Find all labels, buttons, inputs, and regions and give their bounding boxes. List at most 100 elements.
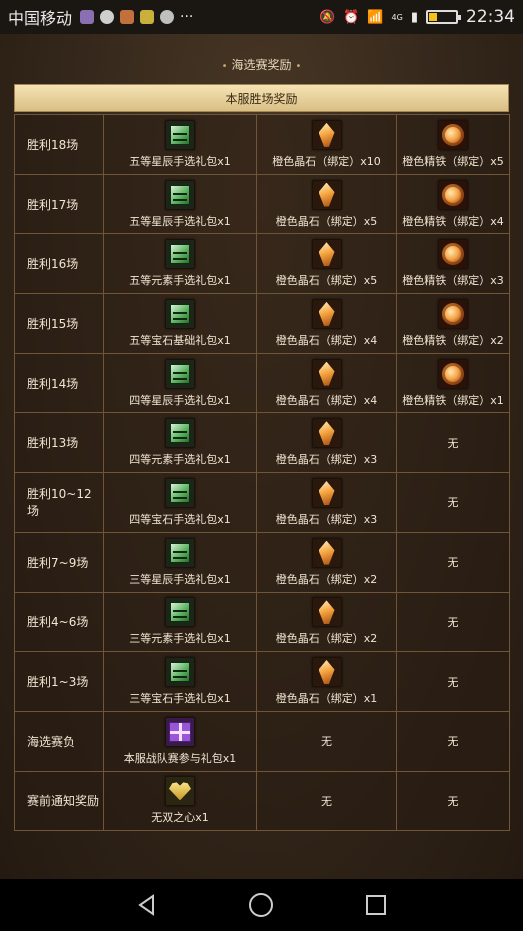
battery-icon — [426, 10, 461, 24]
pack-icon[interactable] — [165, 657, 195, 688]
reward-cell: 无 — [256, 710, 397, 772]
reward-cell: 无 — [396, 591, 510, 653]
table-row: 胜利17场 五等星辰手选礼包x1 橙色晶石（绑定）x5 橙色精铁（绑定）x4 — [14, 173, 510, 235]
status-bar: 中国移动 ··· 🔕 ⏰ 📶 4G ▮ 22:34 — [0, 0, 523, 34]
heart-icon[interactable] — [165, 776, 195, 807]
iron-icon[interactable] — [438, 298, 468, 329]
app-notification-icon — [80, 10, 95, 24]
crystal-icon[interactable] — [311, 418, 342, 449]
pack-icon[interactable] — [165, 418, 195, 449]
win-condition-label: 赛前通知奖励 — [14, 770, 104, 832]
reward-none: 无 — [447, 496, 459, 510]
reward-cell: 无 — [396, 412, 510, 474]
win-condition-label: 胜利14场 — [14, 352, 104, 414]
reward-name: 橙色晶石（绑定）x10 — [272, 154, 381, 168]
iron-icon[interactable] — [438, 239, 468, 270]
win-condition-label: 胜利10~12场 — [14, 472, 104, 533]
table-row: 海选赛负 本服战队赛参与礼包x1 无 无 — [14, 710, 510, 772]
iron-icon[interactable] — [438, 179, 468, 210]
reward-name: 橙色晶石（绑定）x2 — [275, 572, 378, 586]
reward-cell: 橙色晶石（绑定）x2 — [256, 531, 397, 593]
back-button[interactable] — [132, 890, 162, 920]
reward-name: 橙色精铁（绑定）x2 — [402, 333, 504, 347]
reward-cell: 无 — [396, 770, 510, 832]
title-dot-icon: • — [295, 61, 302, 72]
table-row: 赛前通知奖励 无双之心x1 无 无 — [14, 770, 510, 832]
table-row: 胜利13场 四等元素手选礼包x1 橙色晶石（绑定）x3 无 — [14, 412, 510, 474]
reward-name: 本服战队赛参与礼包x1 — [123, 751, 237, 765]
reward-none: 无 — [447, 615, 459, 629]
signal-icon: ▮ — [410, 9, 418, 25]
pack-icon[interactable] — [165, 537, 195, 568]
crystal-icon[interactable] — [311, 119, 342, 150]
reward-name: 橙色精铁（绑定）x5 — [402, 154, 504, 168]
crystal-icon[interactable] — [311, 477, 342, 508]
app-content: • 海选赛奖励 • 本服胜场奖励 胜利18场 五等星辰手选礼包x1 橙色晶石（绑定）… — [0, 34, 523, 879]
pack-icon[interactable] — [165, 119, 195, 150]
reward-name: 橙色晶石（绑定）x3 — [275, 453, 378, 467]
wifi-icon: 📶 — [367, 9, 384, 25]
crystal-icon[interactable] — [311, 537, 342, 568]
reward-cell: 橙色晶石（绑定）x10 — [256, 114, 397, 175]
reward-cell: 无 — [396, 472, 510, 533]
crystal-icon[interactable] — [311, 597, 342, 628]
reward-name: 橙色精铁（绑定）x3 — [402, 274, 504, 288]
home-icon — [249, 893, 274, 917]
section-header: 本服胜场奖励 — [14, 84, 509, 112]
game-notification-icon — [140, 10, 155, 24]
iron-icon[interactable] — [438, 119, 468, 150]
crystal-icon[interactable] — [311, 657, 342, 688]
weather-icon — [160, 10, 175, 24]
reward-cell: 橙色晶石（绑定）x4 — [256, 293, 397, 354]
reward-none: 无 — [447, 556, 459, 570]
reward-none: 无 — [447, 794, 459, 808]
reward-cell: 橙色精铁（绑定）x2 — [396, 293, 510, 354]
title-dot-icon: • — [221, 61, 228, 72]
crystal-icon[interactable] — [311, 239, 342, 270]
pack-icon[interactable] — [165, 358, 195, 389]
reward-name: 三等宝石手选礼包x1 — [129, 692, 231, 706]
navigation-bar — [0, 879, 523, 931]
reward-name: 四等星辰手选礼包x1 — [129, 393, 231, 407]
iron-icon[interactable] — [438, 358, 468, 389]
reward-name: 橙色晶石（绑定）x5 — [275, 214, 378, 228]
reward-cell: 五等宝石基础礼包x1 — [103, 293, 257, 354]
win-condition-label: 胜利15场 — [14, 293, 104, 354]
table-row: 胜利7~9场 三等星辰手选礼包x1 橙色晶石（绑定）x2 无 — [14, 531, 510, 593]
table-row: 胜利15场 五等宝石基础礼包x1 橙色晶石（绑定）x4 橙色精铁（绑定）x2 — [14, 293, 510, 354]
table-row: 胜利16场 五等元素手选礼包x1 橙色晶石（绑定）x5 橙色精铁（绑定）x3 — [14, 233, 510, 295]
gift-icon[interactable] — [165, 716, 195, 747]
table-row: 胜利4~6场 三等元素手选礼包x1 橙色晶石（绑定）x2 无 — [14, 591, 510, 653]
crystal-icon[interactable] — [311, 358, 342, 389]
reward-cell: 橙色晶石（绑定）x4 — [256, 352, 397, 414]
crystal-icon[interactable] — [311, 179, 342, 210]
reward-none: 无 — [447, 735, 459, 749]
crystal-icon[interactable] — [311, 298, 342, 329]
reward-cell: 无 — [256, 770, 397, 832]
reward-cell: 无双之心x1 — [103, 770, 257, 832]
reward-cell: 橙色晶石（绑定）x5 — [256, 233, 397, 295]
home-button[interactable] — [246, 890, 276, 920]
reward-none: 无 — [321, 735, 332, 749]
pack-icon[interactable] — [165, 179, 195, 210]
reward-name: 橙色晶石（绑定）x4 — [275, 393, 378, 407]
reward-cell: 三等宝石手选礼包x1 — [103, 651, 257, 712]
recents-button[interactable] — [361, 890, 391, 920]
reward-none: 无 — [321, 794, 332, 808]
pack-icon[interactable] — [165, 298, 195, 329]
reward-cell: 橙色晶石（绑定）x5 — [256, 173, 397, 235]
pack-icon[interactable] — [165, 239, 195, 270]
reward-name: 橙色晶石（绑定）x2 — [275, 632, 378, 646]
pack-icon[interactable] — [165, 477, 195, 508]
pack-icon[interactable] — [165, 597, 195, 628]
reward-cell: 橙色精铁（绑定）x1 — [396, 352, 510, 414]
table-row: 胜利10~12场 四等宝石手选礼包x1 橙色晶石（绑定）x3 无 — [14, 472, 510, 533]
reward-cell: 橙色精铁（绑定）x3 — [396, 233, 510, 295]
reward-name: 三等元素手选礼包x1 — [129, 632, 231, 646]
table-row: 胜利14场 四等星辰手选礼包x1 橙色晶石（绑定）x4 橙色精铁（绑定）x1 — [14, 352, 510, 414]
win-condition-label: 胜利17场 — [14, 173, 104, 235]
reward-name: 五等星辰手选礼包x1 — [129, 214, 231, 228]
table-row: 胜利1~3场 三等宝石手选礼包x1 橙色晶石（绑定）x1 无 — [14, 651, 510, 712]
reward-cell: 本服战队赛参与礼包x1 — [103, 710, 257, 772]
reward-cell: 五等元素手选礼包x1 — [103, 233, 257, 295]
